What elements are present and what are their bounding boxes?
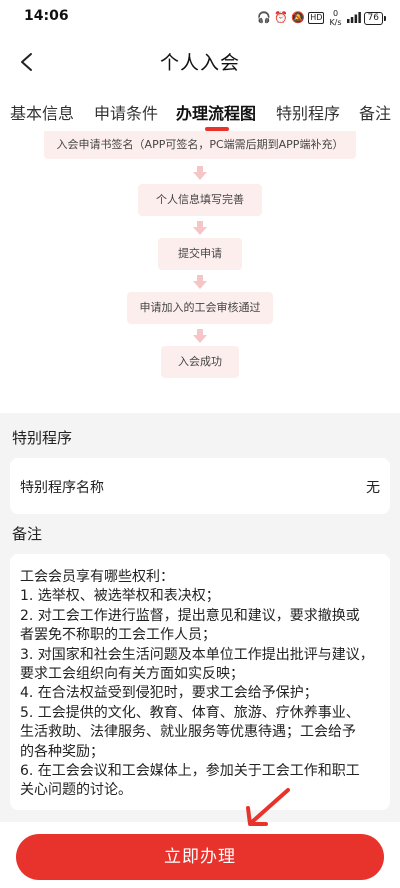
notes-line: 4. 在合法权益受到侵犯时，要求工会给予保护；	[20, 685, 318, 702]
arrow-down-icon	[193, 275, 207, 289]
tab-conditions[interactable]: 申请条件	[94, 100, 158, 124]
flow-step: 提交申请	[158, 238, 242, 270]
hd-icon: HD	[308, 12, 325, 24]
page-title: 个人入会	[159, 52, 240, 74]
annotation-arrow-icon	[246, 788, 290, 826]
notes-line: 生活救助、法律服务、就业服务等优惠待遇；工会给予	[20, 724, 356, 741]
tab-flowchart[interactable]: 办理流程图	[176, 100, 256, 124]
tab-basic-info[interactable]: 基本信息	[10, 100, 74, 124]
special-procedure-value: 无	[366, 480, 380, 496]
notes-line: 5. 工会提供的文化、教育、体育、旅游、疗休养事业、	[20, 704, 360, 721]
notes-line: 1. 选举权、被选举权和表决权；	[20, 588, 220, 605]
notes-line: 2. 对工会工作进行监督，提出意见和建议，要求撤换或	[20, 607, 360, 624]
arrow-down-icon	[193, 221, 207, 235]
flow-step: 入会申请书签名（APP可签名，PC端需后期到APP端补充）	[44, 131, 356, 159]
tab-notes[interactable]: 备注	[359, 100, 391, 124]
flow-step: 入会成功	[161, 346, 239, 378]
net-speed: 0 K/s	[329, 9, 342, 27]
bottom-action-bar: 立即办理	[0, 822, 400, 888]
arrow-down-icon	[193, 166, 207, 180]
notes-line: 6. 在工会会议和工会媒体上，参加关于工会工作和职工	[20, 763, 360, 780]
notes-line: 要求工会组织向有关方面如实反映；	[20, 666, 244, 683]
signal-icon	[346, 12, 361, 24]
battery-level: 76	[363, 11, 383, 25]
headphones-icon: 🎧	[257, 11, 271, 24]
tab-special-procedure[interactable]: 特别程序	[276, 100, 340, 124]
special-section-title: 特别程序	[12, 429, 73, 447]
status-icons: 🎧 ⏰ 🔕 HD 0 K/s 76	[257, 9, 386, 27]
notes-text: 工会会员享有哪些权利： 1. 选举权、被选举权和表决权； 2. 对工会工作进行监…	[20, 568, 382, 801]
notes-line: 的各种奖励；	[20, 743, 104, 760]
notes-section-title: 备注	[12, 525, 43, 543]
notes-line: 者罢免不称职的工会工作人员；	[20, 627, 216, 644]
status-bar: 14:06 🎧 ⏰ 🔕 HD 0 K/s 76	[0, 0, 400, 34]
status-time: 14:06	[24, 8, 69, 24]
notes-line: 3. 对国家和社会生活问题及本单位工作提出批评与建议，	[20, 646, 374, 663]
flow-step: 申请加入的工会审核通过	[127, 292, 273, 324]
notes-line: 工会会员享有哪些权利：	[20, 569, 174, 585]
apply-now-button[interactable]: 立即办理	[16, 834, 384, 880]
nav-bar: 个人入会	[0, 34, 400, 88]
mute-icon: 🔕	[291, 11, 305, 24]
alarm-icon: ⏰	[274, 11, 288, 24]
notes-card: 工会会员享有哪些权利： 1. 选举权、被选举权和表决权； 2. 对工会工作进行监…	[10, 554, 390, 810]
notes-line: 关心问题的讨论。	[20, 782, 132, 799]
special-procedure-row: 特别程序名称 无	[10, 458, 390, 514]
special-procedure-label: 特别程序名称	[20, 480, 104, 496]
battery-icon: 76	[363, 11, 386, 25]
arrow-down-icon	[193, 329, 207, 343]
flow-step: 个人信息填写完善	[138, 184, 262, 216]
flowchart-card: 入会申请书签名（APP可签名，PC端需后期到APP端补充） 个人信息填写完善 提…	[0, 131, 400, 413]
